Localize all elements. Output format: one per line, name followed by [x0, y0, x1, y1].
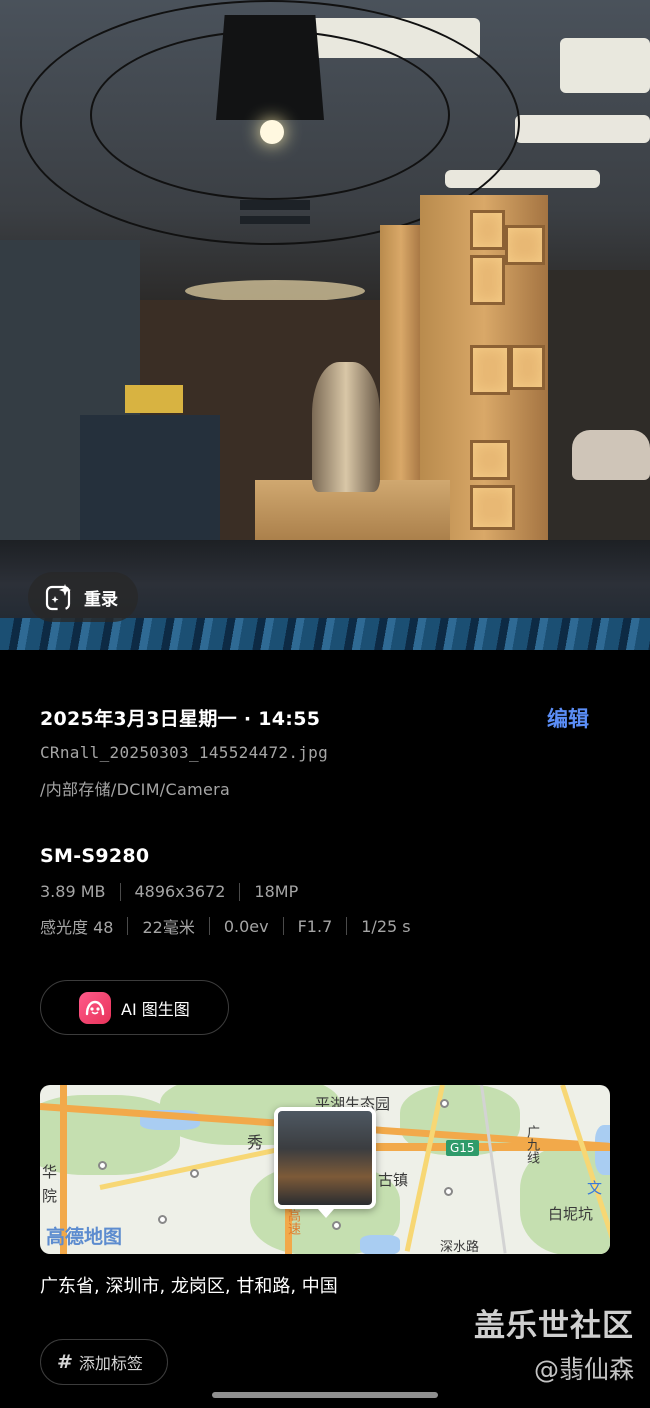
map-poi	[190, 1169, 199, 1178]
map-brand-logo: 高德地图	[46, 1226, 123, 1248]
photo-reception-counter	[80, 415, 220, 545]
divider	[282, 917, 284, 935]
map-poi	[440, 1099, 449, 1108]
file-path: /内部存储/DCIM/Camera	[40, 780, 231, 799]
ai-app-icon	[79, 991, 111, 1024]
shutter-speed: 1/25 s	[361, 916, 411, 936]
map-poi	[444, 1187, 453, 1196]
map-label-town: 古镇	[378, 1171, 409, 1189]
map-label-xiu: 秀	[247, 1133, 264, 1152]
photo-right-wall	[545, 270, 650, 540]
divider	[346, 917, 348, 935]
map-photo-thumbnail	[274, 1107, 376, 1209]
map-label-wen: 文	[587, 1179, 603, 1197]
watermark-author: @翡仙森	[533, 1355, 634, 1384]
device-model: SM-S9280	[40, 845, 150, 867]
file-name: CRnall_20250303_145524472.jpg	[40, 743, 329, 762]
map-label-hua: 华	[42, 1163, 58, 1181]
divider	[239, 882, 241, 901]
photo-ceiling-light	[515, 115, 650, 143]
photo-sculpture	[312, 362, 380, 492]
photo-armchair	[572, 430, 650, 480]
map-label-area: 白坭坑	[548, 1205, 594, 1223]
photo-shelf-cell	[470, 210, 505, 250]
map-water	[360, 1235, 400, 1254]
edit-button[interactable]: 编辑	[547, 703, 589, 733]
map-poi	[332, 1221, 341, 1230]
map-poi	[158, 1215, 167, 1224]
photo-lampshade	[216, 15, 324, 120]
photo-shelf-cell	[470, 485, 515, 530]
map-label-yuan: 院	[42, 1187, 58, 1205]
photo-yellow-box	[125, 385, 183, 413]
camera-specs-row: 感光度 48 22毫米 0.0ev F1.7 1/25 s	[40, 914, 411, 938]
add-tag-button[interactable]: # 添加标签	[40, 1339, 168, 1385]
photo-ceiling-light	[560, 38, 650, 93]
add-tag-label: 添加标签	[78, 1354, 143, 1373]
ai-button-label: AI 图生图	[121, 999, 190, 1019]
map-label-speed: 高速	[285, 1209, 300, 1235]
rerecord-label: 重录	[84, 589, 118, 610]
photo-shelf-cell	[505, 225, 545, 265]
iso-value: 感光度 48	[40, 918, 114, 937]
photo-shelf-cell	[510, 345, 545, 390]
photo-round-light	[185, 280, 365, 302]
map-label-railway: 广九线	[524, 1125, 539, 1164]
divider	[119, 882, 121, 901]
photo-bulb	[260, 120, 284, 144]
hashtag-icon: #	[57, 1351, 73, 1373]
location-address: 广东省, 深圳市, 龙岗区, 甘和路, 中国	[40, 1276, 338, 1297]
resolution: 4896x3672	[134, 882, 226, 901]
ai-image-generation-button[interactable]: AI 图生图	[40, 980, 229, 1035]
focal-length: 22毫米	[142, 918, 195, 937]
location-map[interactable]: 平湖生态园 古镇 秀 华 院 G15 广九线 白坭坑 高速 深水路 文 高德地图	[40, 1085, 610, 1254]
map-label-bottom: 深水路	[440, 1240, 480, 1254]
file-size: 3.89 MB	[40, 882, 106, 901]
photo-shelf-cell	[470, 345, 510, 395]
rerecord-button[interactable]: 重录	[28, 572, 138, 622]
photo-shelf-cell	[470, 255, 505, 305]
watermark-community: 盖乐世社区	[474, 1308, 634, 1344]
photo-view[interactable]: 重录	[0, 0, 650, 650]
aperture-value: F1.7	[297, 916, 333, 936]
map-pin-pointer	[318, 1209, 334, 1218]
map-highway-tag: G15	[446, 1140, 479, 1156]
megapixels: 18MP	[254, 882, 299, 901]
divider	[208, 917, 210, 935]
home-indicator[interactable]	[212, 1392, 438, 1398]
photo-marble-edge	[0, 618, 650, 650]
photo-shelf-cell	[470, 440, 510, 480]
file-specs-row: 3.89 MB 4896x3672 18MP	[40, 882, 298, 901]
exposure-value: 0.0ev	[223, 916, 269, 936]
photo-date: 2025年3月3日星期一 · 14:55	[40, 708, 321, 730]
rerecord-sparkle-icon	[45, 584, 71, 611]
map-poi	[98, 1161, 107, 1170]
divider	[127, 917, 129, 935]
